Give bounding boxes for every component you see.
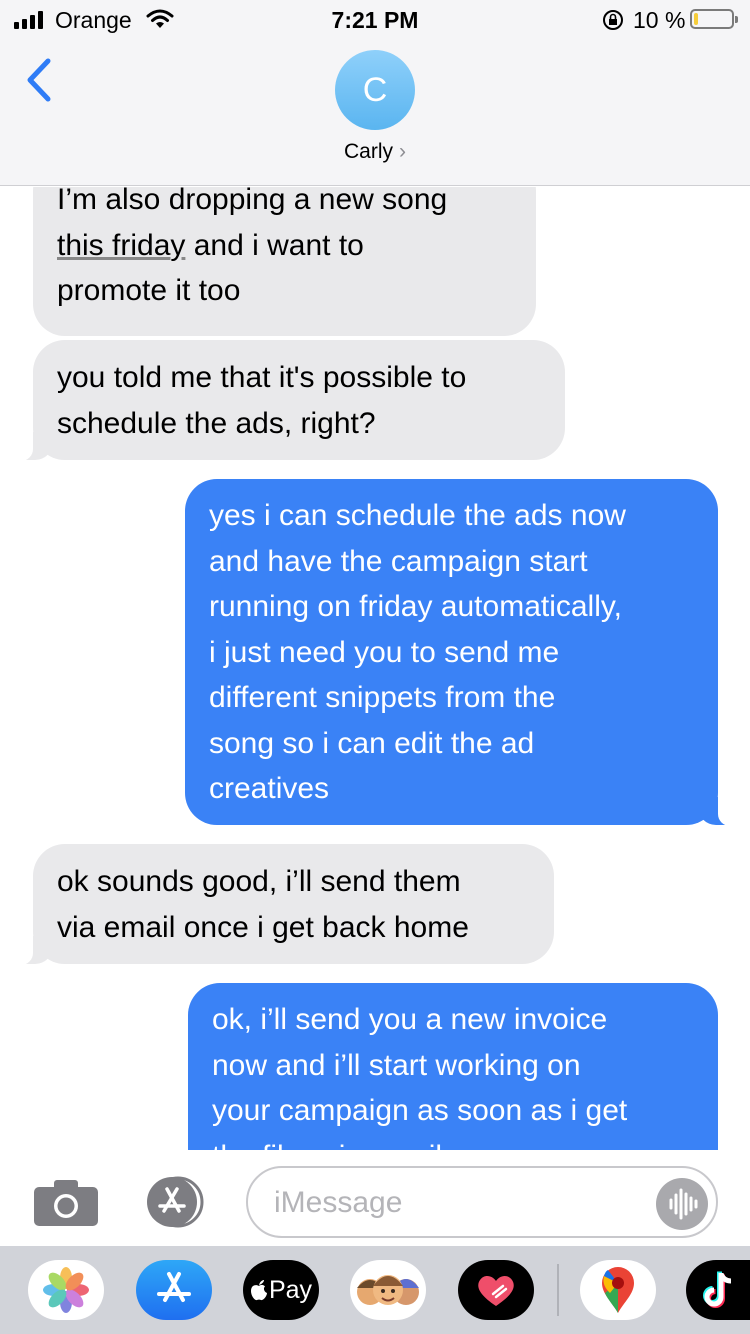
message-line: ok, i’ll send you a new invoice bbox=[212, 1003, 608, 1036]
message-bubble-incoming[interactable]: ok sounds good, i’ll send them via email… bbox=[15, 844, 554, 965]
apple-pay-label: Pay bbox=[268, 1275, 313, 1304]
digital-touch-heart-icon bbox=[478, 1275, 514, 1306]
message-line: schedule the ads, right? bbox=[57, 406, 376, 440]
chevron-right-icon: › bbox=[399, 140, 406, 163]
message-line: you told me that it's possible to bbox=[57, 361, 467, 394]
memoji-app-button[interactable] bbox=[350, 1260, 426, 1320]
message-line: via email once i get back home bbox=[57, 910, 469, 944]
back-button[interactable] bbox=[20, 55, 60, 105]
detected-date-link[interactable]: this friday bbox=[57, 229, 185, 262]
message-bubble-outgoing[interactable]: ok, i’ll send you a new invoice now and … bbox=[188, 983, 718, 1150]
message-line: and have the campaign start bbox=[209, 544, 588, 578]
contact-name: Carly bbox=[343, 140, 393, 163]
apple-pay-app-button[interactable]: Pay bbox=[243, 1260, 319, 1320]
app-drawer: Pay bbox=[0, 1246, 750, 1334]
message-line: now and i’ll start working on bbox=[212, 1048, 581, 1082]
imessage-input[interactable]: iMessage bbox=[246, 1166, 718, 1238]
message-line: running on friday automatically, bbox=[209, 590, 622, 623]
message-line: promote it too bbox=[57, 274, 241, 307]
message-line: I’m also dropping a new song bbox=[57, 187, 448, 216]
google-maps-icon bbox=[602, 1267, 634, 1313]
google-maps-app-button[interactable] bbox=[580, 1260, 656, 1320]
avatar-initial: C bbox=[362, 70, 388, 109]
app-store-icon bbox=[157, 1272, 191, 1302]
tiktok-icon bbox=[703, 1271, 732, 1308]
app-drawer-divider bbox=[557, 1264, 559, 1316]
battery-percentage: 10 % bbox=[633, 7, 686, 33]
orientation-lock-icon bbox=[603, 10, 623, 30]
message-bubble-incoming[interactable]: you told me that it's possible to schedu… bbox=[15, 340, 565, 461]
message-line: your campaign as soon as i get bbox=[212, 1094, 628, 1127]
camera-icon bbox=[34, 1180, 98, 1226]
message-thread[interactable]: I’m also dropping a new song this friday… bbox=[0, 187, 750, 1150]
message-line: different snippets from the bbox=[209, 681, 556, 714]
battery-icon bbox=[690, 9, 738, 29]
audio-message-icon bbox=[669, 1188, 698, 1220]
message-line: this friday and i want to bbox=[57, 228, 364, 262]
imessage-placeholder: iMessage bbox=[274, 1186, 403, 1219]
message-bubble-incoming[interactable]: I’m also dropping a new song this friday… bbox=[33, 187, 536, 336]
message-line: the files via email bbox=[212, 1134, 694, 1151]
message-line: i just need you to send me bbox=[209, 635, 560, 669]
message-line: creatives bbox=[209, 772, 330, 805]
digital-touch-app-button[interactable] bbox=[458, 1260, 534, 1320]
apple-pay-icon bbox=[250, 1280, 267, 1301]
compose-bar: iMessage bbox=[0, 1150, 750, 1246]
message-line: ok sounds good, i’ll send them bbox=[57, 865, 461, 898]
contact-avatar[interactable]: C bbox=[335, 50, 415, 130]
photos-app-button[interactable] bbox=[28, 1260, 104, 1320]
audio-message-button[interactable] bbox=[656, 1178, 708, 1230]
app-store-button[interactable] bbox=[140, 1176, 212, 1228]
photos-icon bbox=[43, 1267, 89, 1313]
tiktok-app-button[interactable] bbox=[686, 1260, 750, 1320]
message-line: yes i can schedule the ads now bbox=[209, 499, 626, 532]
memoji-icon bbox=[357, 1275, 419, 1305]
battery-fill bbox=[694, 13, 698, 25]
message-bubble-outgoing[interactable]: yes i can schedule the ads now and have … bbox=[185, 479, 736, 826]
message-line: song so i can edit the ad bbox=[209, 726, 535, 760]
back-chevron-icon bbox=[27, 58, 51, 102]
contact-name-button[interactable]: Carly › bbox=[0, 140, 750, 164]
app-store-icon bbox=[147, 1176, 204, 1228]
camera-button[interactable] bbox=[34, 1180, 98, 1226]
status-bar: Orange 7:21 PM 10 % bbox=[0, 0, 750, 40]
app-store-app-button[interactable] bbox=[136, 1260, 212, 1320]
